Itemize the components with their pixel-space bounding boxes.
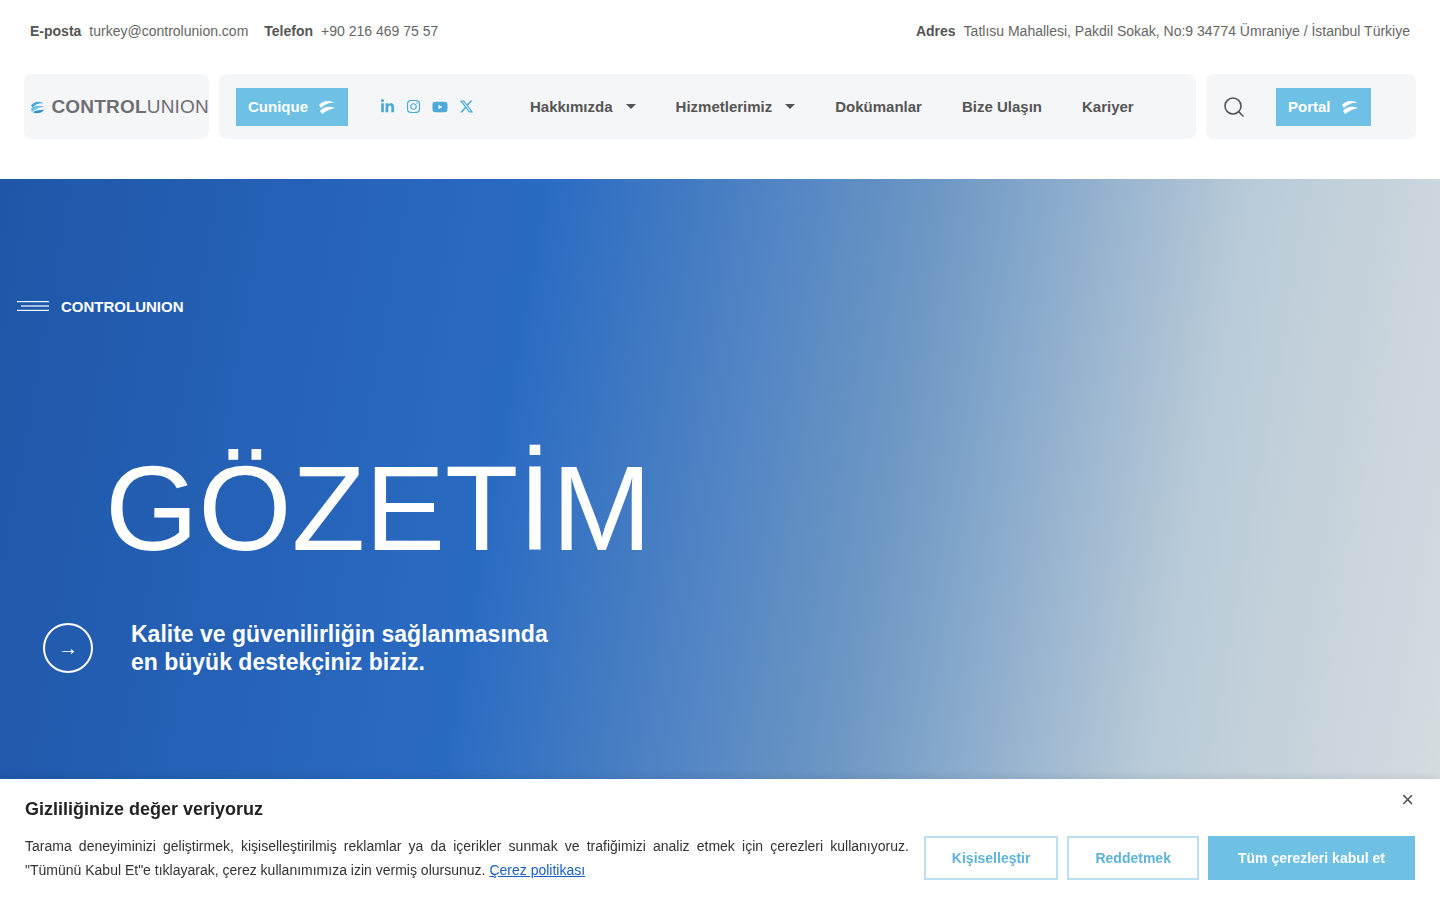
portal-button[interactable]: Portal bbox=[1276, 88, 1371, 126]
cookie-buttons: KişiselleştirReddetmekTüm çerezleri kabu… bbox=[924, 836, 1415, 880]
menu: Hakkımızda Hizmetlerimiz Dokümanlar Bize Ul… bbox=[530, 98, 1134, 115]
cookie-banner: ×Gizliliğinize değer veriyoruz Tarama den… bbox=[0, 779, 1440, 900]
page: E-posta turkey@controlunion.com Telefon +90… bbox=[0, 0, 1440, 900]
cunique-button[interactable]: Cunique bbox=[236, 88, 348, 126]
hero-tag: CONTROLUNION bbox=[17, 296, 1440, 316]
menu-item[interactable]: Hizmetlerimiz bbox=[676, 98, 796, 115]
hero-subtitle-line: en büyük destekçiniz biziz. bbox=[131, 648, 548, 676]
nav-row: CONTROLUNION Cunique Hakkımızda Hizmetlerim… bbox=[0, 62, 1440, 139]
lines-icon bbox=[17, 300, 49, 312]
email-value[interactable]: turkey@controlunion.com bbox=[89, 23, 248, 39]
wave-icon bbox=[318, 99, 336, 115]
contact-info: E-posta turkey@controlunion.com Telefon +90… bbox=[30, 23, 438, 39]
address-label: Adres bbox=[916, 23, 956, 39]
menu-item[interactable]: Dokümanlar bbox=[835, 98, 922, 115]
wave-icon bbox=[1341, 99, 1359, 115]
email-label: E-posta bbox=[30, 23, 81, 39]
logo-icon bbox=[30, 92, 45, 122]
address-info: Adres Tatlısu Mahallesi, Pakdil Sokak, No… bbox=[916, 23, 1410, 39]
cookie-button[interactable]: Kişiselleştir bbox=[924, 836, 1059, 880]
address-value: Tatlısu Mahallesi, Pakdil Sokak, No:9 34… bbox=[964, 23, 1410, 39]
cookie-text: Tarama deneyiminizi geliştirmek, kişisel… bbox=[25, 834, 909, 882]
caret-icon bbox=[785, 104, 795, 109]
search-icon bbox=[1222, 95, 1246, 119]
menu-item[interactable]: Bize Ulaşın bbox=[962, 98, 1042, 115]
youtube-icon[interactable] bbox=[432, 99, 448, 115]
hero-subtitle: Kalite ve güvenilirliğin sağlanmasındaen… bbox=[131, 620, 548, 676]
phone-label: Telefon bbox=[264, 23, 313, 39]
top-bar: E-posta turkey@controlunion.com Telefon +90… bbox=[0, 0, 1440, 62]
close-button[interactable]: × bbox=[1395, 785, 1420, 815]
linkedin-icon[interactable] bbox=[380, 99, 395, 115]
logo-text: CONTROLUNION bbox=[51, 96, 209, 118]
caret-icon bbox=[626, 104, 636, 109]
social-links bbox=[380, 99, 474, 115]
nav-actions: Portal bbox=[1206, 74, 1416, 139]
hero-tag-text: CONTROLUNION bbox=[61, 298, 184, 315]
next-button[interactable]: → bbox=[43, 623, 93, 673]
cookie-policy-link[interactable]: Çerez politikası bbox=[489, 862, 585, 878]
search-button[interactable] bbox=[1222, 95, 1246, 119]
phone-value[interactable]: +90 216 469 75 57 bbox=[321, 23, 438, 39]
hero-title: GÖZETİM bbox=[105, 448, 1440, 568]
cookie-row: Tarama deneyiminizi geliştirmek, kişisel… bbox=[25, 834, 1415, 882]
hero-subtitle-line: Kalite ve güvenilirliğin sağlanmasında bbox=[131, 620, 548, 648]
x-icon[interactable] bbox=[459, 99, 474, 115]
cookie-button[interactable]: Tüm çerezleri kabul et bbox=[1208, 836, 1415, 880]
instagram-icon[interactable] bbox=[406, 99, 421, 115]
main-nav: Cunique Hakkımızda Hizmetlerimiz Dokümanlar… bbox=[219, 74, 1196, 139]
hero-row: → Kalite ve güvenilirliğin sağlanmasındae… bbox=[43, 620, 1440, 676]
logo[interactable]: CONTROLUNION bbox=[24, 74, 209, 139]
menu-item[interactable]: Kariyer bbox=[1082, 98, 1134, 115]
menu-item[interactable]: Hakkımızda bbox=[530, 98, 636, 115]
cookie-title: Gizliliğinize değer veriyoruz bbox=[25, 799, 1415, 820]
cookie-button[interactable]: Reddetmek bbox=[1067, 836, 1198, 880]
